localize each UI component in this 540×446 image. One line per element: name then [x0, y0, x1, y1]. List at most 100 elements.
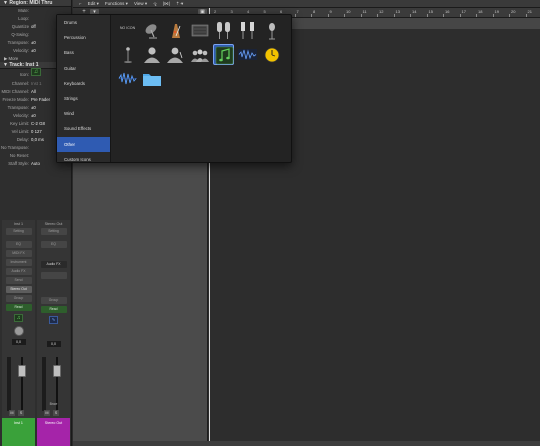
ruler-tick — [443, 14, 444, 17]
edit-menu[interactable]: Edit ▾ — [88, 0, 99, 7]
ruler-mark-label: 20 — [511, 9, 516, 14]
menu-item-0[interactable]: ⌐ — [79, 0, 82, 7]
row-value[interactable]: Pre Fader — [31, 96, 50, 104]
row-value[interactable]: ±0 — [31, 104, 36, 112]
blue-waveform-icon[interactable] — [117, 68, 138, 89]
send-slot[interactable]: Send — [5, 277, 32, 284]
output-slot[interactable]: Stereo Out — [5, 286, 32, 293]
icon-category-item[interactable]: Keyboards — [57, 76, 110, 91]
icon-category-item[interactable]: Percussion — [57, 30, 110, 45]
logic-window: ▼ Region: MIDI Thru Mute: Loop: Quantize of… — [0, 0, 540, 446]
person-icon[interactable] — [141, 44, 162, 65]
row-value[interactable]: 0 127 — [31, 128, 42, 136]
waveform-icon[interactable]: ∿ — [49, 316, 58, 324]
ruler-tick — [344, 14, 345, 17]
row-value[interactable]: off — [31, 23, 36, 31]
snap-icon[interactable]: ⊹̥ — [153, 0, 157, 7]
icon-category-item[interactable]: Sound Effects — [57, 121, 110, 136]
track-icon-button[interactable]: ♫ — [31, 68, 41, 76]
mute-button[interactable]: M — [9, 410, 15, 416]
setting-button[interactable]: Setting — [40, 228, 67, 235]
ruler-mark-label: 17 — [461, 9, 466, 14]
icon-category-item[interactable]: Other — [57, 136, 110, 152]
icon-category-item[interactable]: Drums — [57, 15, 110, 30]
stand-mic-icon[interactable] — [117, 44, 138, 65]
ruler-mark-label: 18 — [478, 9, 483, 14]
instrument-slot[interactable]: Instrument — [5, 259, 32, 266]
view-menu[interactable]: View ▾ — [134, 0, 147, 7]
row-value[interactable]: ±0 — [31, 112, 36, 120]
icon-category-item[interactable]: Wind — [57, 106, 110, 121]
midi-fx-slot[interactable]: MIDI FX — [5, 250, 32, 257]
ruler-mark-label: 11 — [362, 9, 367, 14]
ruler-tick — [377, 14, 378, 17]
volume-fader-handle[interactable] — [53, 365, 61, 377]
automation-read-button[interactable]: Read — [5, 304, 32, 311]
row-value[interactable]: ±0 — [31, 39, 36, 47]
ribbon-mic-pair-icon[interactable] — [237, 20, 258, 41]
row-label: Q-Swing: — [11, 32, 29, 37]
ruler-tick — [509, 14, 510, 17]
ruler-tick — [492, 14, 494, 17]
waveform-icon[interactable] — [237, 44, 258, 65]
catch-icon[interactable]: |⋈| — [163, 0, 170, 7]
eq-button[interactable]: EQ — [40, 241, 67, 248]
solo-button[interactable]: S — [18, 410, 24, 416]
no-icon[interactable]: NO ICON — [117, 20, 138, 41]
bottom-scroll-area[interactable] — [73, 441, 540, 446]
tool-menu-icon[interactable]: ⇡·▾ — [176, 0, 184, 7]
pan-knob[interactable] — [13, 326, 24, 336]
audio-fx-slot[interactable]: Audio FX — [5, 268, 32, 275]
row-value[interactable]: Inst 1 — [31, 80, 42, 88]
satellite-dish-icon[interactable] — [141, 20, 162, 41]
group-slot[interactable]: Group — [5, 295, 32, 302]
row-label: Key Limit: — [10, 121, 29, 126]
solo-button[interactable]: S — [53, 410, 59, 416]
channel-strips: Inst 1 Setting EQ MIDI FX Instrument Aud… — [0, 220, 71, 446]
row-value[interactable]: C-2 G8 — [31, 120, 45, 128]
setting-button[interactable]: Setting — [5, 228, 32, 235]
icon-category-item[interactable]: Guitar — [57, 61, 110, 76]
group-icon[interactable] — [189, 44, 210, 65]
automation-read-button[interactable]: Read — [40, 306, 67, 313]
ruler-mark-label: 16 — [445, 9, 450, 14]
row-value[interactable]: Auto — [31, 160, 40, 168]
metronome-icon[interactable] — [165, 20, 186, 41]
vintage-mic-icon[interactable] — [261, 20, 282, 41]
volume-readout: 0,0 — [46, 341, 61, 347]
plugin-slot[interactable] — [40, 272, 67, 279]
region-header[interactable]: ▼ Region: MIDI Thru — [0, 0, 71, 7]
icon-category-item[interactable]: Custom Icons — [57, 152, 110, 167]
strip-footer-stereo-out[interactable]: Stereo Out — [37, 418, 70, 446]
row-label: Transpose: — [7, 105, 29, 110]
icon-category-item[interactable]: Bass — [57, 45, 110, 60]
row-value[interactable]: 0,0 ms — [31, 136, 44, 144]
music-note-icon[interactable]: ♫ — [14, 314, 23, 322]
row-label: Loop: — [18, 16, 29, 21]
audio-fx-slot[interactable]: Audio FX — [40, 261, 67, 268]
condenser-mic-pair-icon[interactable] — [213, 20, 234, 41]
row-value[interactable]: All — [31, 88, 36, 96]
group-slot[interactable]: Group — [40, 297, 67, 304]
eq-button[interactable]: EQ — [5, 241, 32, 248]
ruler-tick — [476, 14, 477, 17]
ruler-tick — [410, 14, 411, 17]
row-label: Mute: — [18, 8, 29, 13]
row-value[interactable]: ±0 — [31, 47, 36, 55]
icon-category-item[interactable]: Strings — [57, 91, 110, 106]
speaker-cabinet-icon[interactable] — [189, 20, 210, 41]
volume-readout: 0,0 — [11, 339, 26, 345]
music-note-icon[interactable] — [213, 44, 234, 65]
person-mic-icon[interactable] — [165, 44, 186, 65]
clock-icon[interactable] — [261, 44, 282, 65]
mute-button[interactable]: M — [44, 410, 50, 416]
volume-fader-handle[interactable] — [18, 365, 26, 377]
row-label: Vel Limit: — [11, 129, 29, 134]
strip-footer-inst1[interactable]: Inst 1 — [2, 418, 35, 446]
bounce-button[interactable]: Bnce — [37, 402, 70, 406]
row-label: Delay: — [16, 137, 29, 142]
ruler-mark-label: 8 — [313, 9, 316, 14]
ruler-mark-label: 21 — [527, 9, 532, 14]
functions-menu[interactable]: Functions ▾ — [105, 0, 128, 7]
folder-icon[interactable] — [141, 68, 162, 89]
